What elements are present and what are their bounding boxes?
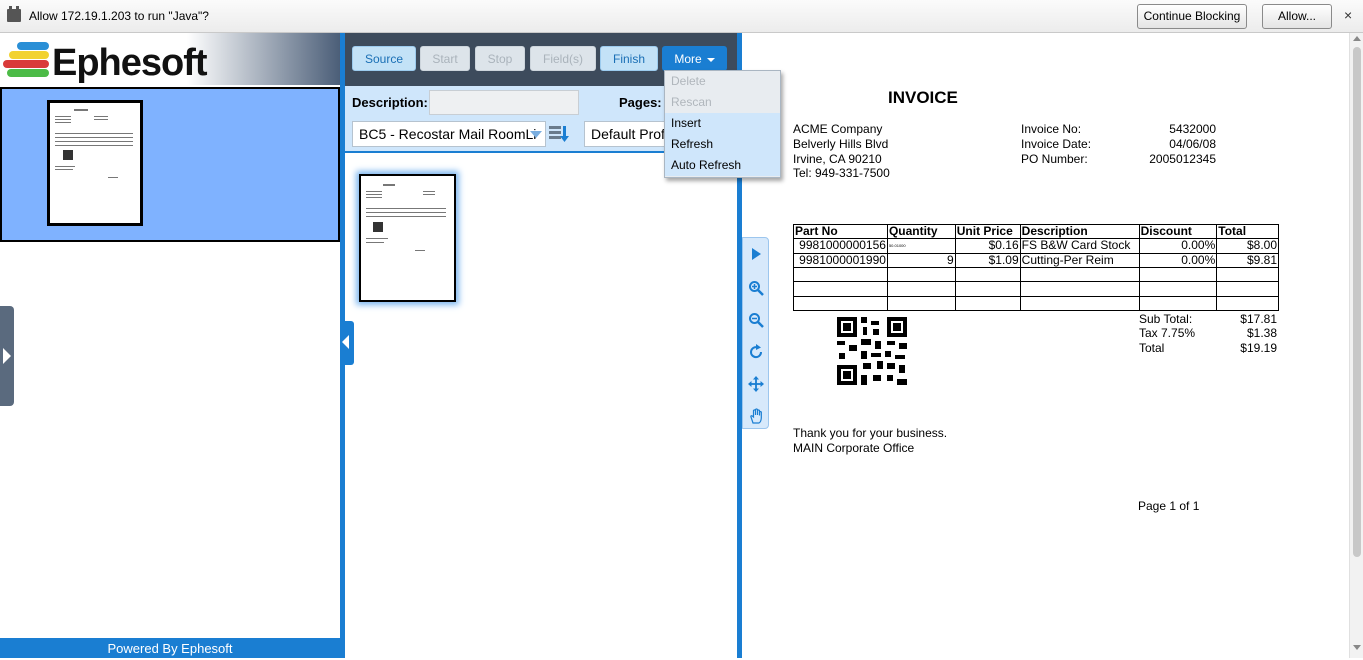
table-cell: 9981000001990 bbox=[793, 252, 888, 268]
menu-item-rescan[interactable]: Rescan bbox=[665, 92, 780, 113]
source-button[interactable]: Source bbox=[352, 46, 416, 71]
more-button[interactable]: More bbox=[662, 46, 727, 71]
plugin-icon bbox=[7, 6, 21, 22]
selected-document-thumbnail[interactable] bbox=[0, 87, 340, 242]
continue-blocking-button[interactable]: Continue Blocking bbox=[1137, 4, 1247, 29]
pages-label: Pages: bbox=[619, 95, 662, 110]
batch-class-value: BC5 - Recostar Mail RoomLi bbox=[359, 126, 537, 142]
invoice-line-items-table: Part No Quantity Unit Price Description … bbox=[793, 223, 1279, 312]
po-number-label: PO Number: bbox=[1021, 152, 1088, 166]
description-label: Description: bbox=[352, 95, 428, 110]
collapse-middle-panel-toggle[interactable] bbox=[340, 321, 354, 365]
import-batch-icon[interactable] bbox=[548, 123, 570, 145]
start-button[interactable]: Start bbox=[420, 46, 470, 71]
powered-by-footer: Powered By Ephesoft bbox=[0, 638, 340, 658]
table-cell: 50.01000 bbox=[886, 238, 956, 254]
menu-item-delete[interactable]: Delete bbox=[665, 71, 780, 92]
invoice-title: INVOICE bbox=[888, 88, 958, 107]
logo-text: Ephesoft bbox=[52, 42, 208, 84]
table-cell: $8.00 bbox=[1216, 238, 1279, 254]
page-number-text: Page 1 of 1 bbox=[1138, 499, 1200, 513]
table-cell: Cutting-Per Reim bbox=[1019, 252, 1140, 268]
stop-button[interactable]: Stop bbox=[475, 46, 525, 71]
move-icon[interactable] bbox=[748, 376, 764, 392]
menu-item-refresh[interactable]: Refresh bbox=[665, 134, 780, 155]
table-row: 9981000000156 50.01000 $0.16 FS B&W Card… bbox=[793, 238, 1279, 254]
office-text: MAIN Corporate Office bbox=[793, 441, 915, 455]
invoice-date-label: Invoice Date: bbox=[1021, 137, 1092, 151]
column-header: Description bbox=[1019, 223, 1140, 240]
tax-label: Tax 7.75% bbox=[1139, 326, 1196, 340]
rotate-icon[interactable] bbox=[748, 344, 764, 360]
scrollbar-thumb[interactable] bbox=[1353, 47, 1361, 557]
qr-code-icon bbox=[837, 317, 907, 385]
table-cell: 9 bbox=[886, 252, 956, 268]
document-viewer: INVOICE ACME Company Belverly Hills Blvd… bbox=[742, 33, 1349, 658]
table-row bbox=[793, 295, 1279, 312]
scroll-up-icon[interactable] bbox=[1353, 36, 1361, 41]
batch-class-select[interactable]: BC5 - Recostar Mail RoomLi bbox=[352, 121, 546, 147]
total-value: $19.19 bbox=[1240, 341, 1277, 355]
table-cell: $0.16 bbox=[954, 238, 1021, 254]
scanned-page-thumbnail[interactable] bbox=[359, 174, 456, 302]
expand-left-panel-toggle[interactable] bbox=[0, 306, 14, 406]
table-row bbox=[793, 266, 1279, 283]
invoice-no-label: Invoice No: bbox=[1021, 122, 1082, 136]
table-cell: FS B&W Card Stock bbox=[1019, 238, 1140, 254]
total-label: Total bbox=[1139, 341, 1165, 355]
scroll-down-icon[interactable] bbox=[1353, 645, 1361, 650]
company-line: ACME Company bbox=[793, 122, 883, 136]
company-line: Belverly Hills Blvd bbox=[793, 137, 889, 151]
plugin-notification-bar: Allow 172.19.1.203 to run "Java"? Contin… bbox=[0, 0, 1363, 33]
zoom-in-icon[interactable] bbox=[748, 280, 764, 296]
column-header: Discount bbox=[1138, 223, 1218, 240]
description-input[interactable] bbox=[429, 90, 579, 115]
allow-button[interactable]: Allow... bbox=[1262, 4, 1332, 29]
table-row: 9981000001990 9 $1.09 Cutting-Per Reim 0… bbox=[793, 252, 1279, 268]
subtotal-label: Sub Total: bbox=[1139, 312, 1193, 326]
column-header: Part No bbox=[793, 223, 888, 240]
column-header: Quantity bbox=[886, 223, 956, 240]
column-header: Total bbox=[1216, 223, 1279, 240]
table-row bbox=[793, 281, 1279, 297]
table-cell: 0.00% bbox=[1138, 238, 1218, 254]
play-icon[interactable] bbox=[748, 246, 764, 262]
more-button-label: More bbox=[674, 52, 702, 66]
logo-bar: Ephesoft bbox=[0, 33, 340, 85]
ephesoft-logo-icon bbox=[3, 42, 51, 82]
notification-message: Allow 172.19.1.203 to run "Java"? bbox=[29, 9, 209, 23]
chevron-down-icon bbox=[530, 131, 542, 138]
column-header: Unit Price bbox=[954, 223, 1021, 240]
zoom-out-icon[interactable] bbox=[748, 312, 764, 328]
company-line: Irvine, CA 90210 bbox=[793, 152, 882, 166]
tax-value: $1.38 bbox=[1246, 326, 1277, 340]
document-thumbnail-page[interactable] bbox=[47, 100, 143, 226]
profile-select[interactable]: Default Profile bbox=[584, 121, 674, 147]
close-notification-icon[interactable]: × bbox=[1344, 7, 1352, 23]
table-cell: $1.09 bbox=[954, 252, 1021, 268]
thanks-text: Thank you for your business. bbox=[793, 426, 948, 440]
fields-button[interactable]: Field(s) bbox=[530, 46, 596, 71]
more-dropdown-menu: Delete Rescan Insert Refresh Auto Refres… bbox=[664, 70, 781, 178]
batch-thumbnail-panel: Ephesoft Powered By Ephesoft bbox=[0, 33, 340, 658]
invoice-date-value: 04/06/08 bbox=[1169, 137, 1216, 151]
menu-item-insert[interactable]: Insert bbox=[665, 113, 780, 134]
company-line: Tel: 949-331-7500 bbox=[793, 166, 890, 180]
subtotal-value: $17.81 bbox=[1240, 312, 1277, 326]
table-header-row: Part No Quantity Unit Price Description … bbox=[793, 223, 1279, 240]
profile-value: Default Profile bbox=[591, 126, 674, 142]
menu-item-auto-refresh[interactable]: Auto Refresh bbox=[665, 155, 780, 176]
document-scrollbar[interactable] bbox=[1349, 33, 1363, 658]
table-cell: 9981000000156 bbox=[793, 238, 888, 254]
po-number-value: 2005012345 bbox=[1149, 152, 1216, 166]
table-cell: 0.00% bbox=[1138, 252, 1218, 268]
table-cell: $9.81 bbox=[1216, 252, 1279, 268]
viewer-toolbar bbox=[742, 237, 769, 429]
invoice-no-value: 5432000 bbox=[1169, 122, 1216, 136]
pan-hand-icon[interactable] bbox=[748, 408, 764, 424]
finish-button[interactable]: Finish bbox=[600, 46, 658, 71]
